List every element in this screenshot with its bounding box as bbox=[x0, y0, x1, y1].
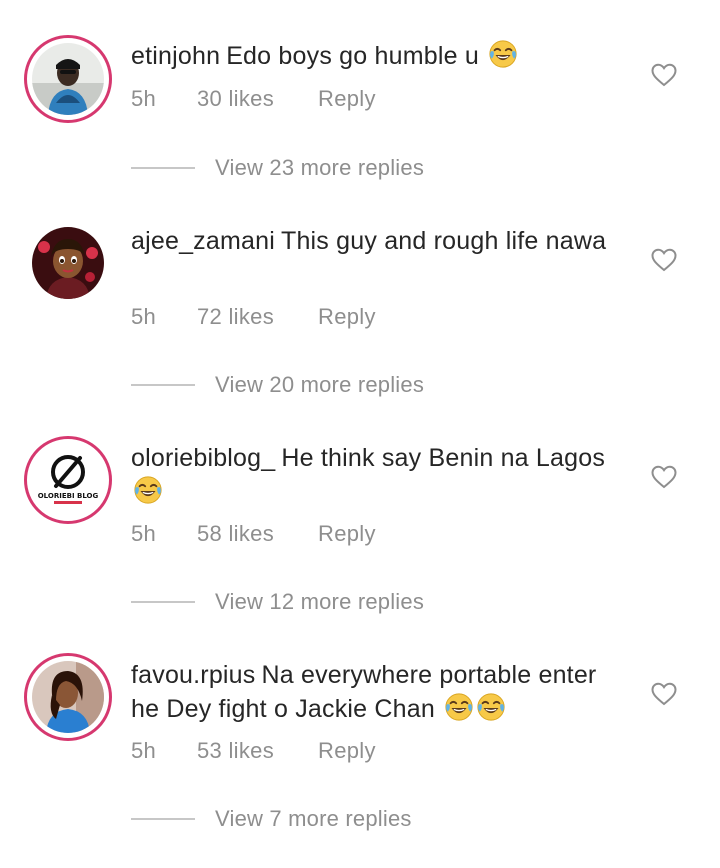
view-more-replies-button[interactable]: View 23 more replies bbox=[131, 155, 424, 181]
comment-time: 5h bbox=[131, 304, 157, 329]
comment-text: etinjohn Edo boys go humble u bbox=[131, 39, 631, 73]
avatar bbox=[32, 661, 104, 733]
avatar-story-ring[interactable] bbox=[24, 653, 112, 741]
comment-username[interactable]: favou.rpius bbox=[131, 661, 256, 689]
comment-item: OLORIEBI BLOG oloriebiblog_ He think say … bbox=[0, 434, 720, 651]
view-more-divider bbox=[131, 384, 195, 386]
avatar-ring[interactable] bbox=[24, 219, 112, 307]
view-more-label: View 20 more replies bbox=[215, 372, 425, 397]
reply-button[interactable]: Reply bbox=[318, 304, 376, 330]
comment-meta: 5h 72 likes Reply bbox=[131, 304, 376, 330]
comment-text: ajee_zamani This guy and rough life nawa bbox=[131, 224, 631, 258]
view-more-replies-button[interactable]: View 12 more replies bbox=[131, 589, 424, 615]
avatar bbox=[32, 227, 104, 299]
comment-meta: 5h 30 likes Reply bbox=[131, 86, 376, 112]
view-more-label: View 12 more replies bbox=[215, 589, 425, 614]
joy-emoji-icon bbox=[444, 692, 474, 722]
heart-icon[interactable] bbox=[651, 465, 677, 489]
comment-username[interactable]: oloriebiblog_ bbox=[131, 444, 275, 472]
comment-time: 5h bbox=[131, 86, 157, 111]
reply-button[interactable]: Reply bbox=[318, 521, 376, 547]
comment-username[interactable]: ajee_zamani bbox=[131, 227, 275, 255]
comment-likes[interactable]: 72 likes bbox=[197, 304, 318, 330]
joy-emoji-icon bbox=[488, 39, 518, 69]
avatar: OLORIEBI BLOG bbox=[32, 444, 104, 516]
comment-item: favou.rpius Na everywhere portable enter … bbox=[0, 651, 720, 868]
comment-likes[interactable]: 58 likes bbox=[197, 521, 318, 547]
comment-text: favou.rpius Na everywhere portable enter … bbox=[131, 658, 631, 726]
view-more-label: View 23 more replies bbox=[215, 155, 425, 180]
comment-text: oloriebiblog_ He think say Benin na Lagos bbox=[131, 441, 631, 509]
comment-meta: 5h 58 likes Reply bbox=[131, 521, 376, 547]
view-more-replies-button[interactable]: View 20 more replies bbox=[131, 372, 424, 398]
heart-icon[interactable] bbox=[651, 248, 677, 272]
avatar-story-ring[interactable]: OLORIEBI BLOG bbox=[24, 436, 112, 524]
avatar bbox=[32, 43, 104, 115]
joy-emoji-icon bbox=[133, 475, 163, 505]
comment-time: 5h bbox=[131, 738, 157, 763]
comment-likes[interactable]: 30 likes bbox=[197, 86, 318, 112]
comment-time: 5h bbox=[131, 521, 157, 546]
comment-username[interactable]: etinjohn bbox=[131, 42, 220, 70]
view-more-replies-button[interactable]: View 7 more replies bbox=[131, 806, 412, 832]
comment-likes[interactable]: 53 likes bbox=[197, 738, 318, 764]
comment-item: ajee_zamani This guy and rough life nawa … bbox=[0, 217, 720, 434]
comment-body: He think say Benin na Lagos bbox=[281, 444, 606, 472]
joy-emoji-icon bbox=[476, 692, 506, 722]
comment-meta: 5h 53 likes Reply bbox=[131, 738, 376, 764]
reply-button[interactable]: Reply bbox=[318, 86, 376, 112]
avatar-logo-text: OLORIEBI BLOG bbox=[38, 492, 99, 500]
comment-item: etinjohn Edo boys go humble u 5h 30 likes… bbox=[0, 0, 720, 217]
view-more-divider bbox=[131, 818, 195, 820]
view-more-divider bbox=[131, 601, 195, 603]
heart-icon[interactable] bbox=[651, 63, 677, 87]
view-more-label: View 7 more replies bbox=[215, 806, 412, 831]
comment-body: This guy and rough life nawa bbox=[280, 227, 607, 255]
heart-icon[interactable] bbox=[651, 682, 677, 706]
comment-body: Edo boys go humble u bbox=[226, 42, 479, 70]
reply-button[interactable]: Reply bbox=[318, 738, 376, 764]
view-more-divider bbox=[131, 167, 195, 169]
avatar-story-ring[interactable] bbox=[24, 35, 112, 123]
